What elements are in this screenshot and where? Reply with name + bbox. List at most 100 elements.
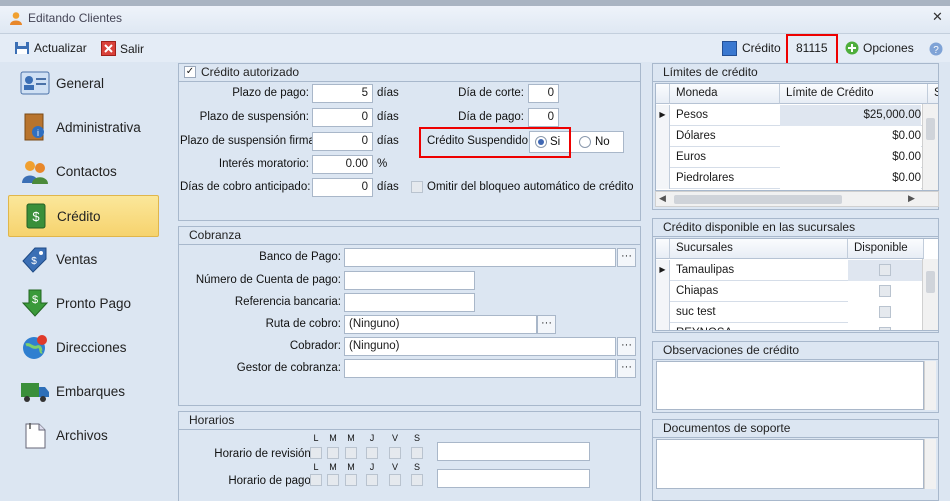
table-row[interactable]: suc test xyxy=(656,302,938,323)
reference-input[interactable] xyxy=(344,293,475,312)
bank-browse-button[interactable]: ··· xyxy=(617,248,636,267)
sidebar-item-label: Crédito xyxy=(57,208,101,224)
day-header: L xyxy=(313,433,319,443)
payment-day-checkbox[interactable] xyxy=(310,474,322,486)
payment-day-checkbox[interactable] xyxy=(389,474,401,486)
row-indicator-header xyxy=(656,84,670,104)
no-label: No xyxy=(595,136,610,148)
sidebar-item-credito[interactable]: $ Crédito xyxy=(8,195,159,237)
payment-day-checkbox[interactable] xyxy=(327,474,339,486)
sidebar-item-embarques[interactable]: Embarques xyxy=(8,370,159,412)
route-browse-button[interactable]: ··· xyxy=(537,315,556,334)
payment-day-checkbox[interactable] xyxy=(345,474,357,486)
day-header: V xyxy=(391,433,398,443)
available-checkbox[interactable] xyxy=(879,306,891,318)
review-day-checkbox[interactable] xyxy=(345,447,357,459)
payment-time-input[interactable] xyxy=(437,469,590,488)
sidebar-item-pronto-pago[interactable]: $ Pronto Pago xyxy=(8,282,159,324)
payday-input[interactable]: 0 xyxy=(528,108,559,127)
interest-input[interactable]: 0.00 xyxy=(312,155,373,174)
available-checkbox[interactable] xyxy=(879,285,891,297)
suspension-term-label: Plazo de suspensión: xyxy=(199,111,309,123)
payment-term-input[interactable]: 5 xyxy=(312,84,373,103)
early-days-input[interactable]: 0 xyxy=(312,178,373,197)
table-row[interactable]: ▶ Tamaulipas xyxy=(656,260,938,281)
omit-block-checkbox[interactable] xyxy=(411,181,423,193)
observations-textarea[interactable] xyxy=(656,361,924,410)
payment-day-checkbox[interactable] xyxy=(366,474,378,486)
sidebar-item-contactos[interactable]: Contactos xyxy=(8,150,159,192)
branch-name-cell: suc test xyxy=(676,306,716,318)
account-input[interactable] xyxy=(344,271,475,290)
help-icon[interactable]: ? xyxy=(929,42,943,56)
day-header: M xyxy=(329,433,337,443)
row-indicator xyxy=(656,147,670,168)
update-button[interactable]: Actualizar xyxy=(14,41,87,55)
day-header: M xyxy=(347,433,355,443)
manager-browse-button[interactable]: ··· xyxy=(617,359,636,378)
firm-suspension-input[interactable]: 0 xyxy=(312,132,373,151)
contacts-icon xyxy=(22,161,48,184)
collector-browse-button[interactable]: ··· xyxy=(617,337,636,356)
table-row[interactable]: Piedrolares $0.00 xyxy=(656,168,938,189)
sidebar-item-ventas[interactable]: $ Ventas xyxy=(8,238,159,280)
table-row[interactable]: Dólares $0.00 xyxy=(656,126,938,147)
options-button[interactable]: Opciones xyxy=(845,41,914,55)
branches-vscroll[interactable] xyxy=(922,259,938,330)
table-row[interactable]: Chiapas xyxy=(656,281,938,302)
sidebar-item-label: General xyxy=(56,75,105,91)
sidebar-item-direcciones[interactable]: Direcciones xyxy=(8,326,159,368)
suspension-term-input[interactable]: 0 xyxy=(312,108,373,127)
available-checkbox[interactable] xyxy=(879,327,891,330)
sidebar-item-administrativa[interactable]: i Administrativa xyxy=(8,106,159,148)
review-day-checkbox[interactable] xyxy=(327,447,339,459)
limit-cell: $0.00 xyxy=(780,126,921,147)
collector-input[interactable]: (Ninguno) xyxy=(344,337,616,356)
observations-vscroll[interactable] xyxy=(924,361,936,410)
bank-input[interactable] xyxy=(344,248,616,267)
table-row[interactable]: Euros $0.00 xyxy=(656,147,938,168)
review-day-checkbox[interactable] xyxy=(389,447,401,459)
available-cell xyxy=(848,323,924,330)
credit-authorized-checkbox[interactable]: ✓ xyxy=(184,66,196,78)
manager-label: Gestor de cobranza: xyxy=(236,362,341,374)
table-row[interactable]: REYNOSA xyxy=(656,323,938,330)
window-title: Editando Clientes xyxy=(28,11,123,25)
firm-suspension-label: Plazo de suspensión firma: xyxy=(180,135,319,147)
early-days-label: Días de cobro anticipado: xyxy=(180,181,311,193)
suspended-no-radio[interactable] xyxy=(579,136,591,148)
available-cell xyxy=(848,281,924,302)
cutoff-input[interactable]: 0 xyxy=(528,84,559,103)
sidebar-item-general[interactable]: General xyxy=(8,62,159,104)
column-header: Disponible xyxy=(848,239,924,259)
limits-vscroll[interactable] xyxy=(922,104,938,190)
branches-grid: Sucursales Disponible ▶ Tamaulipas Chiapas… xyxy=(655,238,939,331)
money-icon: $ xyxy=(26,203,46,229)
row-indicator xyxy=(656,126,670,147)
collection-title: Cobranza xyxy=(179,227,640,245)
review-day-checkbox[interactable] xyxy=(411,447,423,459)
close-icon[interactable]: ✕ xyxy=(932,9,943,25)
documents-vscroll[interactable] xyxy=(924,439,936,489)
route-input[interactable]: (Ninguno) xyxy=(344,315,537,334)
cutoff-label: Día de corte: xyxy=(458,87,524,99)
payment-day-checkbox[interactable] xyxy=(411,474,423,486)
binder-icon: i xyxy=(24,113,44,141)
review-day-checkbox[interactable] xyxy=(310,447,322,459)
user-icon xyxy=(10,12,22,25)
column-header: S xyxy=(928,84,938,104)
manager-input[interactable] xyxy=(344,359,616,378)
exit-button[interactable]: Salir xyxy=(101,41,144,56)
column-header: Sucursales xyxy=(670,239,848,259)
sidebar-item-archivos[interactable]: Archivos xyxy=(8,414,159,456)
table-row[interactable]: ▶ Pesos $25,000.00 xyxy=(656,105,938,126)
sidebar-item-label: Contactos xyxy=(56,163,117,179)
row-indicator xyxy=(656,168,670,189)
branches-title: Crédito disponible en las sucursales xyxy=(653,219,938,237)
documents-textarea[interactable] xyxy=(656,439,924,489)
available-checkbox[interactable] xyxy=(879,264,891,276)
review-day-checkbox[interactable] xyxy=(366,447,378,459)
review-time-input[interactable] xyxy=(437,442,590,461)
days-unit: días xyxy=(377,111,399,123)
limits-hscroll[interactable]: ◀ ▶ xyxy=(655,191,939,207)
